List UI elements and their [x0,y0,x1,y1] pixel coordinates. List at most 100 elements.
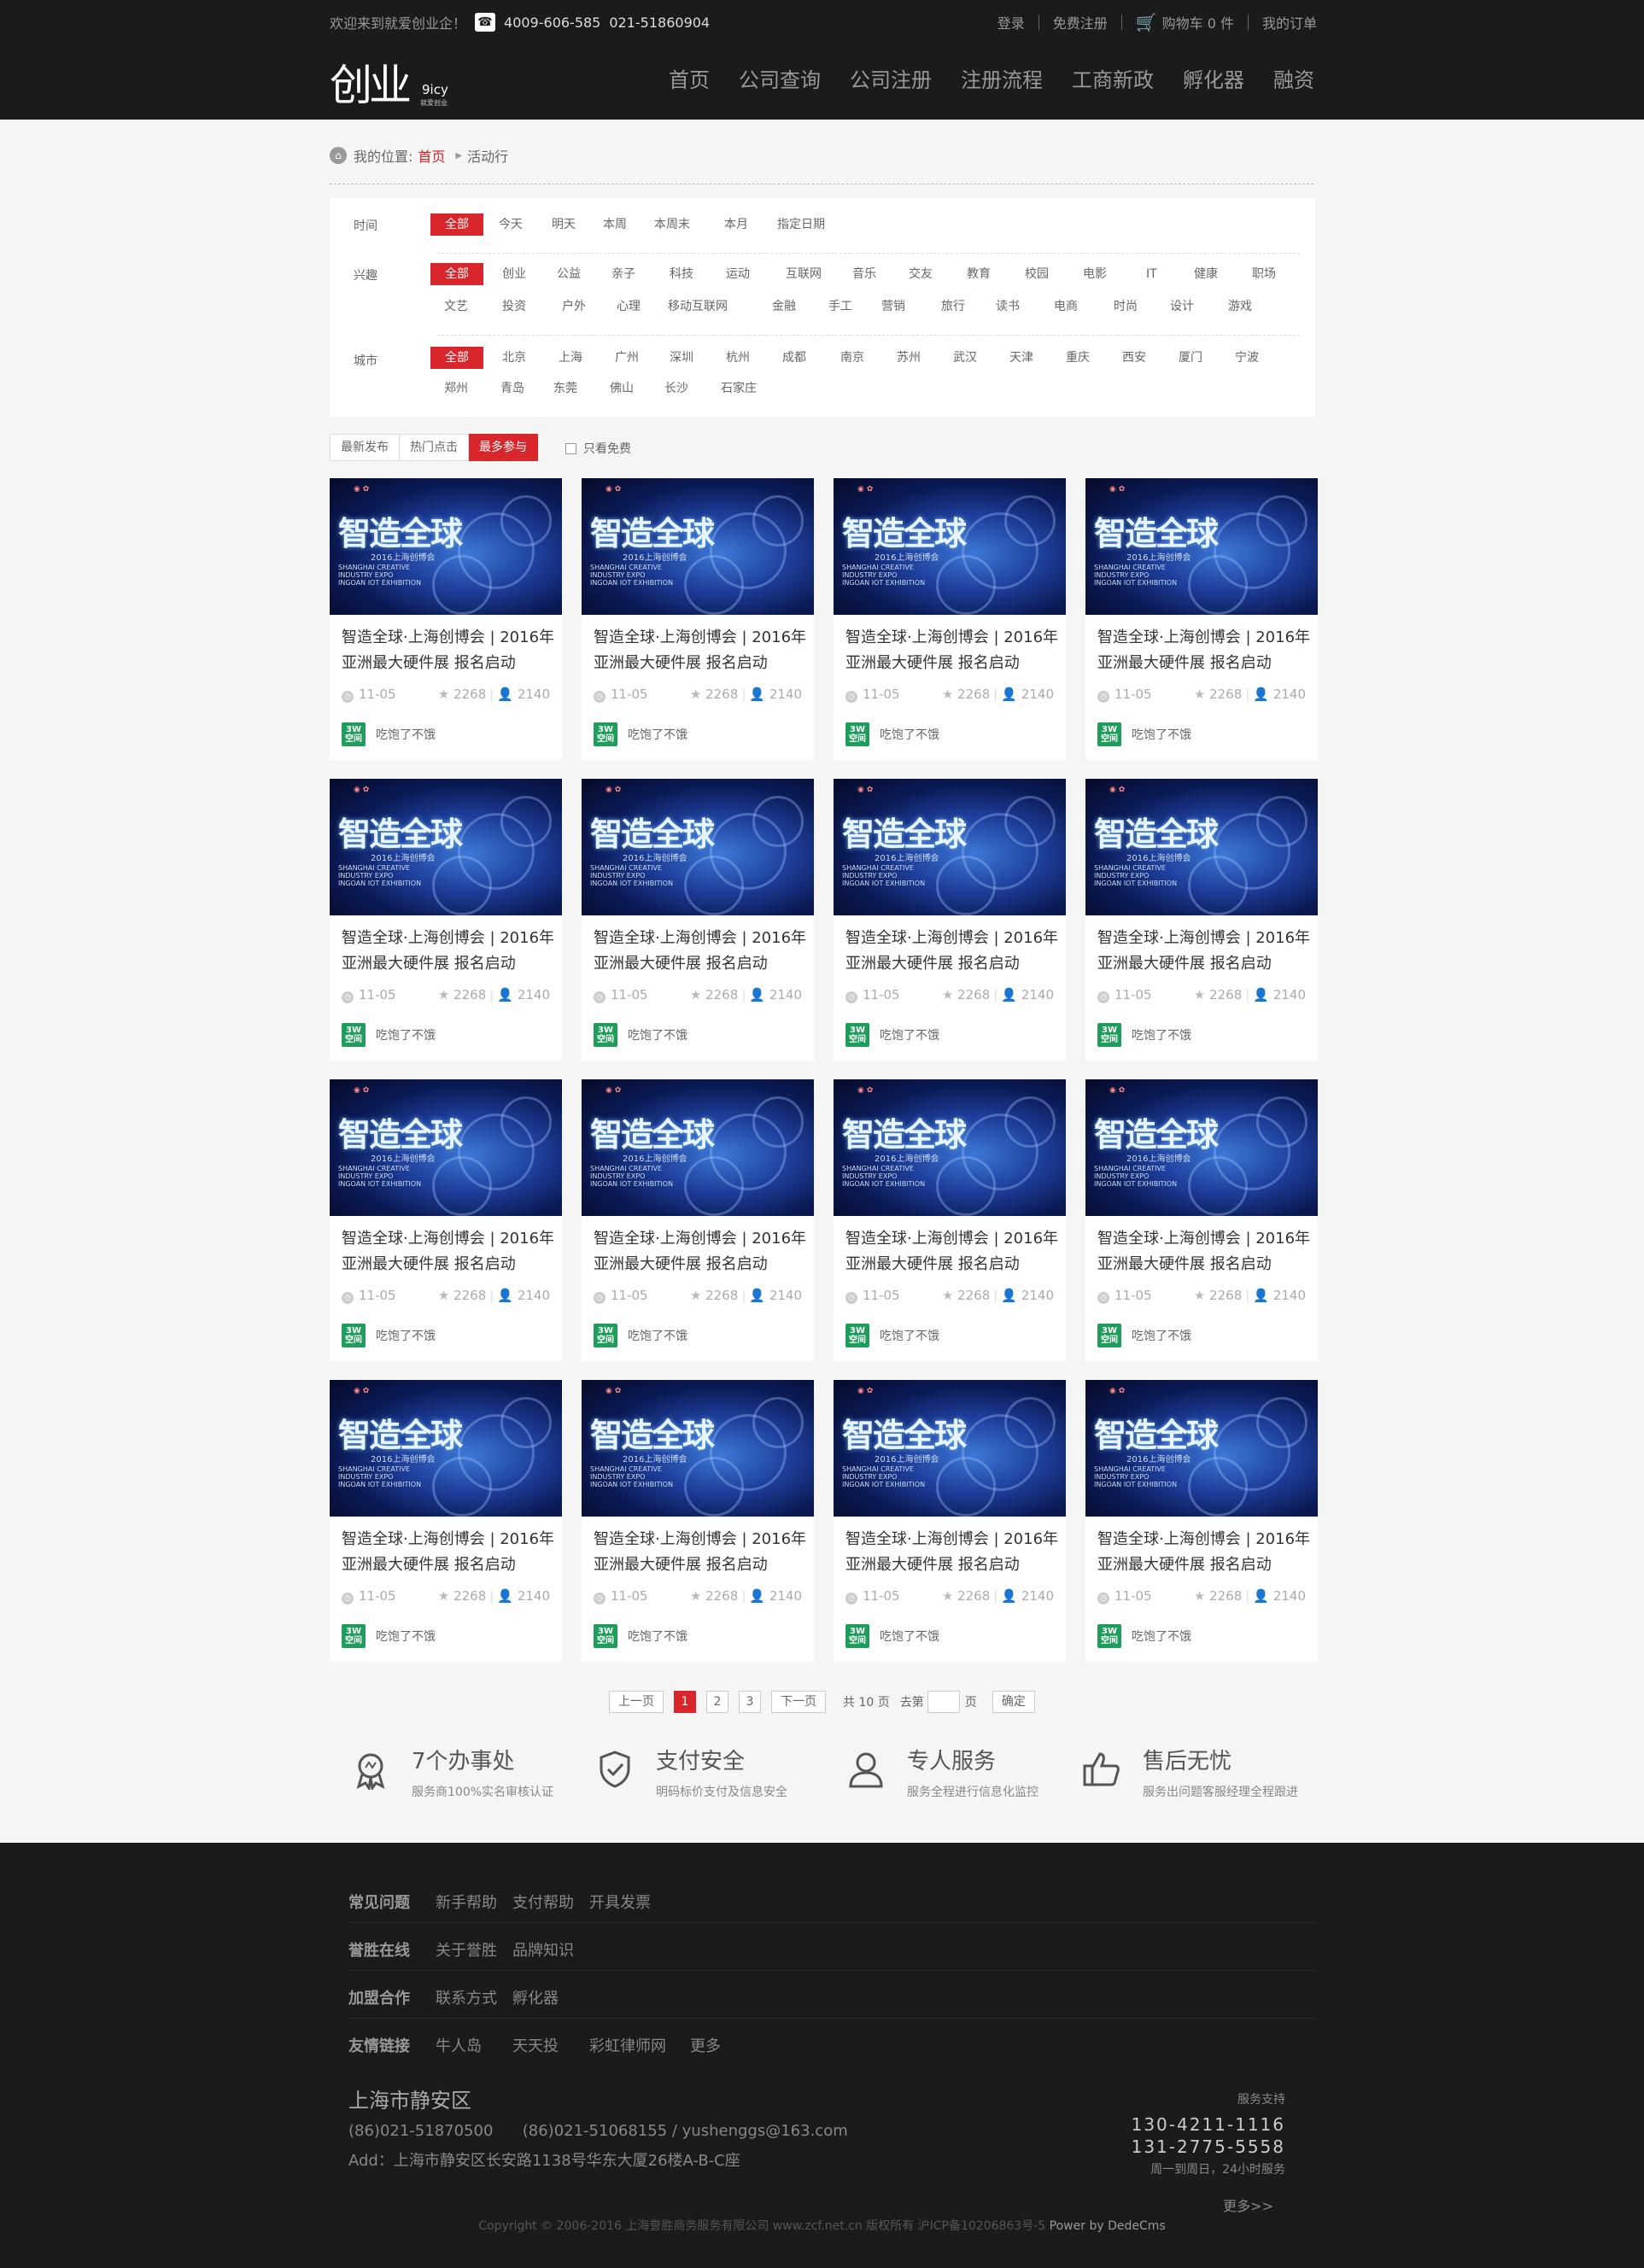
event-thumbnail[interactable]: ◉ ✿ 智造全球 2016上海创博会 SHANGHAI CREATIVE IND… [582,1079,814,1216]
city-filter-option[interactable]: 东莞 [553,377,577,400]
interest-filter-option[interactable]: 金融 [772,295,796,318]
city-filter-option[interactable]: 郑州 [444,377,468,400]
event-title[interactable]: 智造全球·上海创博会 | 2016年亚洲最大硬件展 报名启动 [845,926,1059,977]
interest-filter-option[interactable]: 旅行 [941,295,965,318]
footer-link[interactable]: 品牌知识 [512,1938,574,1961]
interest-filter-option[interactable]: 科技 [670,263,693,285]
interest-filter-option[interactable]: 心理 [617,295,641,318]
event-card[interactable]: ◉ ✿ 智造全球 2016上海创博会 SHANGHAI CREATIVE IND… [330,478,562,760]
interest-filter-option[interactable]: 运动 [726,263,750,285]
interest-filter-option[interactable]: 校园 [1025,263,1049,285]
event-title[interactable]: 智造全球·上海创博会 | 2016年亚洲最大硬件展 报名启动 [342,1527,555,1578]
city-filter-option[interactable]: 青岛 [500,377,524,400]
event-thumbnail[interactable]: ◉ ✿ 智造全球 2016上海创博会 SHANGHAI CREATIVE IND… [330,1079,562,1216]
sort-latest-tab[interactable]: 最新发布 [330,434,400,461]
city-filter-option[interactable]: 杭州 [726,347,750,369]
event-card[interactable]: ◉ ✿ 智造全球 2016上海创博会 SHANGHAI CREATIVE IND… [330,779,562,1061]
sort-hot-tab[interactable]: 热门点击 [400,434,469,461]
event-card[interactable]: ◉ ✿ 智造全球 2016上海创博会 SHANGHAI CREATIVE IND… [582,1380,814,1662]
city-filter-option[interactable]: 西安 [1122,347,1146,369]
event-title[interactable]: 智造全球·上海创博会 | 2016年亚洲最大硬件展 报名启动 [1097,926,1311,977]
footer-link[interactable]: 开具发票 [589,1891,651,1913]
interest-filter-option[interactable]: 户外 [562,295,586,318]
nav-company-search[interactable]: 公司查询 [739,63,821,93]
event-organizer[interactable]: 3W 空间 吃饱了不饿 [342,1023,436,1047]
page-1-button[interactable]: 1 [674,1691,696,1713]
interest-filter-option[interactable]: 电影 [1083,263,1107,285]
interest-filter-option[interactable]: 公益 [557,263,581,285]
city-filter-option[interactable]: 成都 [782,347,806,369]
event-thumbnail[interactable]: ◉ ✿ 智造全球 2016上海创博会 SHANGHAI CREATIVE IND… [582,779,814,915]
event-title[interactable]: 智造全球·上海创博会 | 2016年亚洲最大硬件展 报名启动 [845,1226,1059,1277]
footer-link[interactable]: 彩虹律师网 [589,2034,666,2056]
time-filter-option[interactable]: 本周 [603,213,627,236]
event-card[interactable]: ◉ ✿ 智造全球 2016上海创博会 SHANGHAI CREATIVE IND… [1085,478,1318,760]
next-page-button[interactable]: 下一页 [771,1691,826,1713]
event-organizer[interactable]: 3W 空间 吃饱了不饿 [342,1324,436,1347]
event-card[interactable]: ◉ ✿ 智造全球 2016上海创博会 SHANGHAI CREATIVE IND… [582,779,814,1061]
event-card[interactable]: ◉ ✿ 智造全球 2016上海创博会 SHANGHAI CREATIVE IND… [582,1079,814,1361]
city-filter-option[interactable]: 宁波 [1235,347,1259,369]
city-filter-option[interactable]: 广州 [615,347,639,369]
event-card[interactable]: ◉ ✿ 智造全球 2016上海创博会 SHANGHAI CREATIVE IND… [834,1380,1066,1662]
interest-filter-option[interactable]: 读书 [996,295,1020,318]
interest-filter-option[interactable]: 全部 [430,263,483,285]
event-card[interactable]: ◉ ✿ 智造全球 2016上海创博会 SHANGHAI CREATIVE IND… [1085,779,1318,1061]
event-organizer[interactable]: 3W 空间 吃饱了不饿 [594,1023,687,1047]
event-title[interactable]: 智造全球·上海创博会 | 2016年亚洲最大硬件展 报名启动 [1097,625,1311,676]
event-card[interactable]: ◉ ✿ 智造全球 2016上海创博会 SHANGHAI CREATIVE IND… [582,478,814,760]
nav-policy[interactable]: 工商新政 [1072,63,1154,93]
city-filter-option[interactable]: 深圳 [670,347,693,369]
interest-filter-option[interactable]: 创业 [502,263,526,285]
event-organizer[interactable]: 3W 空间 吃饱了不饿 [845,1023,939,1047]
event-title[interactable]: 智造全球·上海创博会 | 2016年亚洲最大硬件展 报名启动 [342,1226,555,1277]
event-title[interactable]: 智造全球·上海创博会 | 2016年亚洲最大硬件展 报名启动 [1097,1226,1311,1277]
event-organizer[interactable]: 3W 空间 吃饱了不饿 [845,1324,939,1347]
event-card[interactable]: ◉ ✿ 智造全球 2016上海创博会 SHANGHAI CREATIVE IND… [834,779,1066,1061]
interest-filter-option[interactable]: 手工 [828,295,852,318]
event-thumbnail[interactable]: ◉ ✿ 智造全球 2016上海创博会 SHANGHAI CREATIVE IND… [834,478,1066,615]
goto-page-input[interactable] [927,1691,960,1713]
cart-icon[interactable]: 🛒 [1136,12,1157,32]
page-3-button[interactable]: 3 [739,1691,761,1713]
event-organizer[interactable]: 3W 空间 吃饱了不饿 [342,1624,436,1648]
event-organizer[interactable]: 3W 空间 吃饱了不饿 [594,1324,687,1347]
city-filter-option[interactable]: 天津 [1009,347,1033,369]
city-filter-option[interactable]: 厦门 [1179,347,1202,369]
footer-link[interactable]: 联系方式 [436,1986,497,2008]
event-organizer[interactable]: 3W 空间 吃饱了不饿 [1097,1324,1191,1347]
interest-filter-option[interactable]: 文艺 [444,295,468,318]
time-filter-option[interactable]: 本月 [724,213,748,236]
interest-filter-option[interactable]: 设计 [1170,295,1194,318]
event-card[interactable]: ◉ ✿ 智造全球 2016上海创博会 SHANGHAI CREATIVE IND… [1085,1380,1318,1662]
event-title[interactable]: 智造全球·上海创博会 | 2016年亚洲最大硬件展 报名启动 [845,1527,1059,1578]
interest-filter-option[interactable]: 互联网 [786,263,822,285]
footer-link[interactable]: 支付帮助 [512,1891,574,1913]
event-card[interactable]: ◉ ✿ 智造全球 2016上海创博会 SHANGHAI CREATIVE IND… [330,1380,562,1662]
page-2-button[interactable]: 2 [706,1691,728,1713]
city-filter-option[interactable]: 武汉 [953,347,977,369]
nav-financing[interactable]: 融资 [1273,63,1314,93]
city-filter-option[interactable]: 佛山 [610,377,634,400]
event-thumbnail[interactable]: ◉ ✿ 智造全球 2016上海创博会 SHANGHAI CREATIVE IND… [1085,1079,1318,1216]
interest-filter-option[interactable]: 交友 [909,263,933,285]
time-filter-option[interactable]: 指定日期 [777,213,825,236]
city-filter-option[interactable]: 长沙 [664,377,688,400]
event-thumbnail[interactable]: ◉ ✿ 智造全球 2016上海创博会 SHANGHAI CREATIVE IND… [582,1380,814,1517]
city-filter-option[interactable]: 北京 [502,347,526,369]
login-link[interactable]: 登录 [998,12,1025,32]
event-title[interactable]: 智造全球·上海创博会 | 2016年亚洲最大硬件展 报名启动 [342,625,555,676]
event-card[interactable]: ◉ ✿ 智造全球 2016上海创博会 SHANGHAI CREATIVE IND… [330,1079,562,1361]
city-filter-option[interactable]: 全部 [430,347,483,369]
event-thumbnail[interactable]: ◉ ✿ 智造全球 2016上海创博会 SHANGHAI CREATIVE IND… [1085,478,1318,615]
event-title[interactable]: 智造全球·上海创博会 | 2016年亚洲最大硬件展 报名启动 [845,625,1059,676]
interest-filter-option[interactable]: 亲子 [611,263,635,285]
event-title[interactable]: 智造全球·上海创博会 | 2016年亚洲最大硬件展 报名启动 [594,625,807,676]
event-thumbnail[interactable]: ◉ ✿ 智造全球 2016上海创博会 SHANGHAI CREATIVE IND… [330,1380,562,1517]
city-filter-option[interactable]: 苏州 [897,347,921,369]
event-title[interactable]: 智造全球·上海创博会 | 2016年亚洲最大硬件展 报名启动 [342,926,555,977]
event-thumbnail[interactable]: ◉ ✿ 智造全球 2016上海创博会 SHANGHAI CREATIVE IND… [330,478,562,615]
sort-most-tab[interactable]: 最多参与 [469,434,538,461]
event-thumbnail[interactable]: ◉ ✿ 智造全球 2016上海创博会 SHANGHAI CREATIVE IND… [834,1079,1066,1216]
event-title[interactable]: 智造全球·上海创博会 | 2016年亚洲最大硬件展 报名启动 [594,926,807,977]
